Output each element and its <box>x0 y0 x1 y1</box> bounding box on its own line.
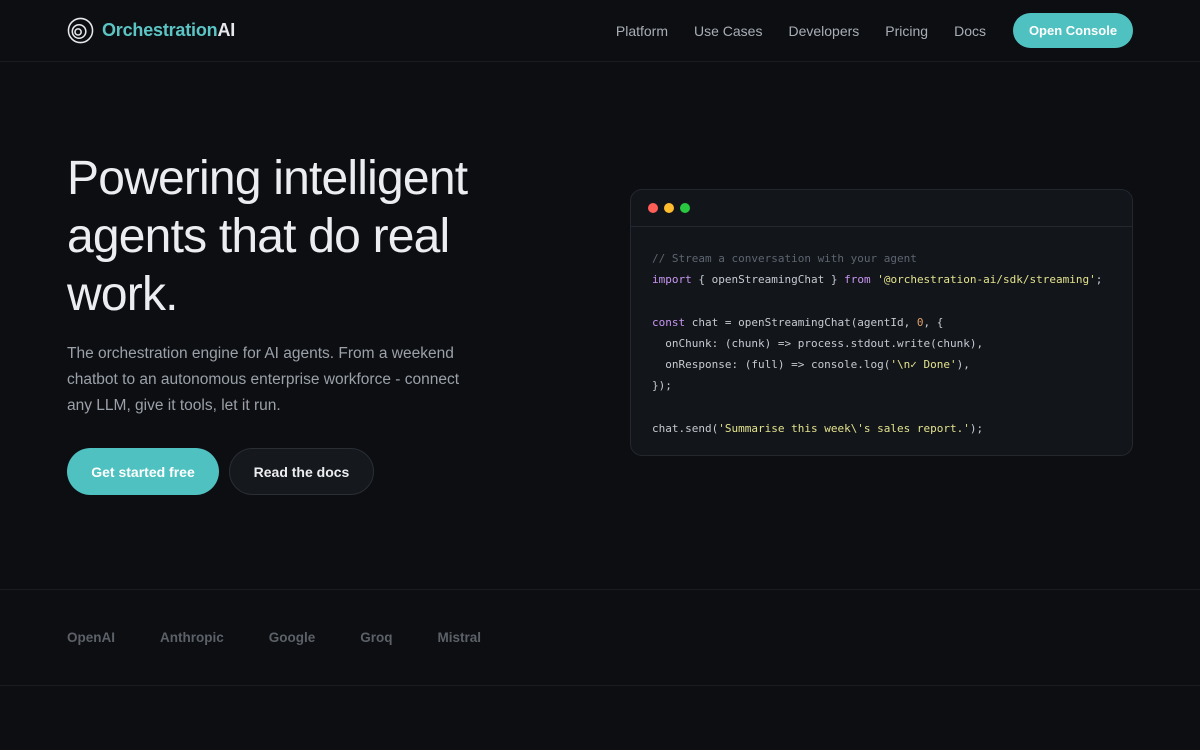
code-token-plain: { openStreamingChat } <box>691 273 845 287</box>
code-line: chat.send('Summarise this week\'s sales … <box>652 418 1132 439</box>
brand[interactable]: OrchestrationAI <box>67 17 235 44</box>
code-line: onChunk: (chunk) => process.stdout.write… <box>652 333 1132 354</box>
provider-google: Google <box>268 630 316 645</box>
landing-page: OrchestrationAI Platform Use Cases Devel… <box>0 0 1200 750</box>
nav-link-developers[interactable]: Developers <box>788 23 859 39</box>
code-token-plain: chat.send( <box>652 421 719 435</box>
site-header: OrchestrationAI Platform Use Cases Devel… <box>0 0 1200 62</box>
code-token-number: 0 <box>916 315 924 329</box>
code-token-keyword: from <box>844 273 871 287</box>
get-started-button[interactable]: Get started free <box>67 448 219 495</box>
code-token-plain: chat = openStreamingChat(agentId, <box>685 315 917 329</box>
hero-title: Powering intelligent agents that do real… <box>67 152 468 321</box>
code-window: // Stream a conversation with your agent… <box>630 189 1133 456</box>
providers-strip: OpenAI Anthropic Google Groq Mistral <box>0 589 1200 686</box>
code-token-plain: }); <box>652 379 672 393</box>
code-token-string: '@orchestration-ai/sdk/streaming' <box>877 273 1096 287</box>
code-token-plain: ), <box>956 357 970 371</box>
code-token-keyword: const <box>652 315 686 329</box>
code-token-plain: ); <box>969 421 984 435</box>
hero-subtitle: The orchestration engine for AI agents. … <box>67 345 460 414</box>
code-snippet: // Stream a conversation with your agent… <box>631 227 1132 439</box>
code-line: const chat = openStreamingChat(agentId, … <box>652 312 1132 333</box>
code-line: }); <box>652 375 1132 396</box>
brand-name: Orchestration <box>102 20 218 40</box>
brand-wordmark: OrchestrationAI <box>102 20 235 41</box>
code-token-plain: ; <box>1095 273 1103 287</box>
nav-link-docs[interactable]: Docs <box>954 23 986 39</box>
brand-suffix: AI <box>217 20 236 40</box>
code-token-string: '\n✓ Done' <box>890 357 957 371</box>
nav-link-use-cases[interactable]: Use Cases <box>694 23 762 39</box>
code-token-plain: , { <box>923 315 944 329</box>
open-console-button[interactable]: Open Console <box>1013 13 1133 48</box>
read-docs-button[interactable]: Read the docs <box>229 448 374 495</box>
code-token-plain: onResponse: (full) => console.log( <box>652 357 891 371</box>
code-token-comment: // Stream a conversation with your agent <box>652 252 917 265</box>
main-nav: Platform Use Cases Developers Pricing Do… <box>616 13 1133 48</box>
nav-link-pricing[interactable]: Pricing <box>885 23 928 39</box>
code-token-plain: onChunk: (chunk) => process.stdout.write… <box>652 336 984 350</box>
window-minimize-dot <box>664 203 674 213</box>
code-line: onResponse: (full) => console.log('\n✓ D… <box>652 354 1132 375</box>
code-window-titlebar <box>631 190 1132 227</box>
provider-openai: OpenAI <box>67 630 116 645</box>
provider-anthropic: Anthropic <box>160 630 224 645</box>
provider-mistral: Mistral <box>437 630 482 645</box>
window-maximize-dot <box>680 203 690 213</box>
code-line: import { openStreamingChat } from '@orch… <box>652 269 1132 290</box>
provider-groq: Groq <box>360 630 393 645</box>
code-line: // Stream a conversation with your agent <box>652 248 1132 269</box>
code-token-string: 'Summarise this week\'s sales report.' <box>718 421 970 435</box>
orbit-logo-icon <box>67 17 94 44</box>
nav-link-platform[interactable]: Platform <box>616 23 668 39</box>
code-token-keyword: import <box>652 273 692 287</box>
window-close-dot <box>648 203 658 213</box>
